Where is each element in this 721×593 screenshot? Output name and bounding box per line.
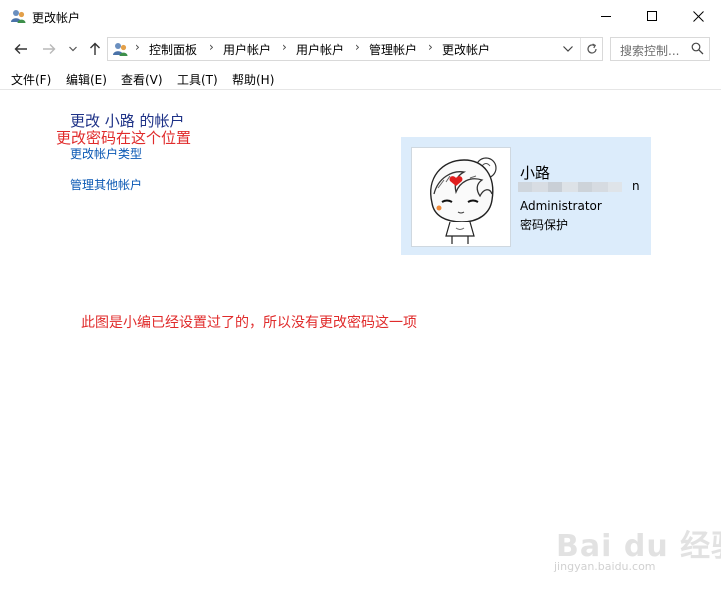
address-bar[interactable]: › 控制面板 › 用户帐户 › 用户帐户 › 管理帐户 › 更改帐户: [107, 37, 603, 61]
baidu-watermark: Bai du 经验 jingyan.baidu.com: [552, 520, 721, 580]
breadcrumb-user-accounts[interactable]: 用户帐户: [223, 41, 271, 58]
search-input[interactable]: 搜索控制...: [610, 37, 710, 61]
account-card: 小路 n Administrator 密码保护: [401, 137, 651, 255]
watermark-url: jingyan.baidu.com: [554, 560, 656, 573]
close-button[interactable]: [675, 0, 721, 32]
blur-mask-icon: [518, 182, 622, 192]
breadcrumb-user-accounts-2[interactable]: 用户帐户: [296, 41, 344, 58]
refresh-icon: [586, 43, 597, 54]
chevron-down-icon: [563, 46, 573, 52]
manage-other-accounts-link[interactable]: 管理其他帐户: [70, 176, 142, 193]
title-bar: 更改帐户: [0, 0, 721, 32]
control-panel-icon: [113, 43, 128, 56]
email-tail: n: [632, 179, 640, 193]
arrow-up-icon: [90, 42, 100, 55]
annotation-bottom: 此图是小编已经设置过了的，所以没有更改密码这一项: [81, 315, 417, 331]
forward-button[interactable]: [38, 39, 60, 59]
breadcrumb-separator: ›: [428, 40, 433, 54]
account-name: 小路: [520, 164, 551, 182]
arrow-left-icon: [14, 44, 27, 54]
change-account-window: 更改帐户 › 控制面板 › 用户帐户 › 用户帐户 › 管理帐户 › 更改帐户 …: [0, 0, 721, 593]
chevron-down-icon: [69, 46, 77, 52]
avatar: [411, 147, 511, 247]
menu-view[interactable]: 查看(V): [121, 71, 163, 88]
menu-help[interactable]: 帮助(H): [232, 71, 274, 88]
menu-file[interactable]: 文件(F): [11, 71, 51, 88]
window-title: 更改帐户: [32, 11, 81, 25]
back-button[interactable]: [10, 39, 32, 59]
recent-locations-button[interactable]: [66, 39, 80, 59]
menu-tools[interactable]: 工具(T): [177, 71, 218, 88]
account-role: Administrator: [520, 199, 602, 213]
breadcrumb-separator: ›: [282, 40, 287, 54]
watermark-brand: Bai du 经验: [556, 529, 721, 564]
password-status: 密码保护: [520, 218, 569, 232]
blurred-email: n: [518, 179, 640, 193]
breadcrumb-control-panel[interactable]: 控制面板: [149, 41, 197, 58]
breadcrumb-separator: ›: [209, 40, 214, 54]
minimize-icon: [600, 15, 611, 17]
close-icon: [692, 10, 704, 22]
menu-edit[interactable]: 编辑(E): [66, 71, 107, 88]
change-account-type-link[interactable]: 更改帐户类型: [70, 145, 142, 162]
avatar-illustration-icon: [430, 157, 497, 244]
breadcrumb-manage-accounts[interactable]: 管理帐户: [369, 41, 417, 58]
address-history-button[interactable]: [558, 38, 578, 60]
menu-divider: [0, 89, 721, 90]
refresh-button[interactable]: [580, 38, 602, 60]
minimize-button[interactable]: [583, 0, 629, 32]
breadcrumb-separator: ›: [355, 40, 360, 54]
navigation-bar: › 控制面板 › 用户帐户 › 用户帐户 › 管理帐户 › 更改帐户 搜索控制.…: [0, 35, 721, 63]
menu-bar: 文件(F) 编辑(E) 查看(V) 工具(T) 帮助(H): [0, 68, 721, 88]
users-icon: [11, 10, 26, 23]
search-icon: [691, 42, 704, 55]
maximize-button[interactable]: [629, 0, 675, 32]
arrow-right-icon: [43, 44, 56, 54]
breadcrumb-change-account[interactable]: 更改帐户: [442, 41, 490, 58]
up-button[interactable]: [86, 39, 104, 59]
breadcrumb-separator: ›: [135, 40, 140, 54]
maximize-icon: [646, 10, 657, 21]
search-placeholder: 搜索控制...: [620, 44, 680, 58]
